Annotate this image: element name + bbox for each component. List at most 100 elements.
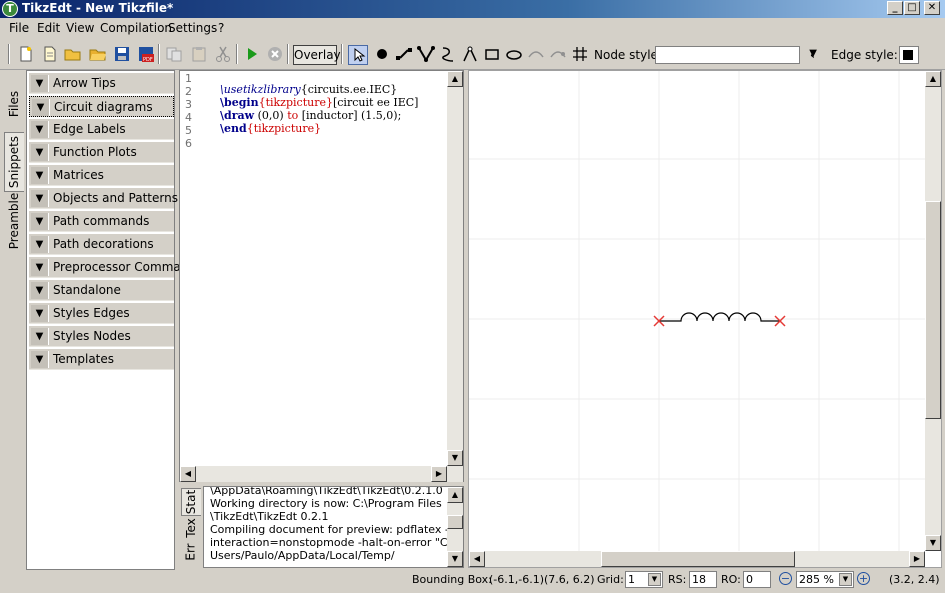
- rectangle-tool-icon[interactable]: [483, 45, 501, 63]
- canvas-vertical-scrollbar[interactable]: ▲ ▼: [925, 71, 941, 551]
- scroll-left-icon[interactable]: ◀: [469, 551, 485, 567]
- chevron-down-icon[interactable]: ▼: [31, 328, 49, 345]
- compile-run-icon[interactable]: [243, 45, 261, 63]
- chevron-down-icon[interactable]: ▼: [31, 305, 49, 322]
- node-style-combobox[interactable]: ▼: [655, 46, 817, 64]
- scroll-up-icon[interactable]: ▲: [447, 71, 463, 87]
- zoom-in-icon[interactable]: +: [857, 572, 870, 585]
- scroll-right-icon[interactable]: ▶: [909, 551, 925, 567]
- grid-select[interactable]: 1 ▼: [625, 571, 663, 588]
- smooth-curve-tool-icon[interactable]: [439, 45, 457, 63]
- snippet-category[interactable]: ▼ Path commands: [29, 211, 174, 232]
- menu-help[interactable]: ?: [218, 21, 224, 35]
- snippet-category[interactable]: ▼ Arrow Tips: [29, 73, 174, 94]
- snippet-category[interactable]: ▼ Styles Edges: [29, 303, 174, 324]
- menu-file[interactable]: File: [9, 21, 29, 35]
- scroll-down-icon[interactable]: ▼: [925, 535, 941, 551]
- scroll-up-icon[interactable]: ▲: [447, 487, 463, 503]
- scroll-down-icon[interactable]: ▼: [447, 450, 463, 466]
- close-button[interactable]: ✕: [924, 1, 940, 15]
- editor-vertical-scrollbar[interactable]: ▲ ▼: [447, 71, 463, 466]
- stop-icon[interactable]: [266, 45, 284, 63]
- export-pdf-icon[interactable]: PDF: [137, 45, 155, 63]
- cut-icon[interactable]: [214, 45, 232, 63]
- ellipse-tool-icon[interactable]: [505, 45, 523, 63]
- snippet-category[interactable]: ▼ Styles Nodes: [29, 326, 174, 347]
- editor-horizontal-scrollbar[interactable]: ◀ ▶: [180, 466, 463, 482]
- scroll-right-icon[interactable]: ▶: [431, 466, 447, 482]
- arc-tool-icon[interactable]: [461, 45, 479, 63]
- tab-status[interactable]: Stat: [181, 488, 201, 516]
- minimize-button[interactable]: _: [887, 1, 903, 15]
- scroll-up-icon[interactable]: ▲: [925, 71, 941, 87]
- toolbar-separator: [236, 44, 238, 64]
- zoom-out-icon[interactable]: −: [779, 572, 792, 585]
- snippet-category[interactable]: ▼ Objects and Patterns: [29, 188, 178, 209]
- chevron-down-icon[interactable]: ▼: [32, 99, 50, 116]
- open-file-icon[interactable]: [64, 45, 82, 63]
- copy-icon[interactable]: [165, 45, 183, 63]
- node-tool-icon[interactable]: [373, 45, 391, 63]
- chevron-down-icon[interactable]: ▼: [31, 282, 49, 299]
- scroll-thumb[interactable]: [447, 515, 463, 529]
- rs-input[interactable]: 18: [689, 571, 717, 588]
- snippet-category[interactable]: ▼ Standalone: [29, 280, 174, 301]
- chevron-down-icon[interactable]: ▼: [31, 167, 49, 184]
- open-folder-icon[interactable]: [89, 45, 107, 63]
- tab-files[interactable]: Files: [4, 80, 24, 128]
- chevron-down-icon[interactable]: ▼: [31, 213, 49, 230]
- canvas-horizontal-scrollbar[interactable]: ◀ ▶: [469, 551, 925, 567]
- log-vertical-scrollbar[interactable]: ▲ ▼: [447, 487, 463, 567]
- preview-canvas[interactable]: ▲ ▼ ◀ ▶: [468, 70, 942, 568]
- menu-edit[interactable]: Edit: [37, 21, 60, 35]
- grid-tool-icon[interactable]: [571, 45, 589, 63]
- zoom-select[interactable]: 285 % ▼: [796, 571, 854, 588]
- tab-tex[interactable]: Tex: [181, 516, 201, 540]
- bezier-2-tool-icon[interactable]: [549, 45, 567, 63]
- overlay-toggle-button[interactable]: Overlay: [293, 45, 341, 65]
- scroll-down-icon[interactable]: ▼: [447, 551, 463, 567]
- tab-errors[interactable]: Err: [181, 540, 201, 564]
- menu-compilation[interactable]: Compilation: [100, 21, 172, 35]
- scroll-left-icon[interactable]: ◀: [180, 466, 196, 482]
- select-tool-button[interactable]: [348, 45, 368, 65]
- chevron-down-icon[interactable]: ▼: [31, 190, 49, 207]
- edge-tool-icon[interactable]: [395, 45, 413, 63]
- bounding-box-value: (-6.1,-6.1)(7.6, 6.2): [489, 573, 595, 586]
- chevron-down-icon[interactable]: ▼: [648, 573, 661, 586]
- menu-settings[interactable]: Settings: [168, 21, 217, 35]
- snippet-category[interactable]: ▼ Templates: [29, 349, 174, 370]
- chevron-down-icon[interactable]: ▼: [31, 259, 49, 276]
- bezier-tool-icon[interactable]: [527, 45, 545, 63]
- chevron-down-icon[interactable]: ▼: [31, 75, 49, 92]
- menu-view[interactable]: View: [66, 21, 94, 35]
- snippet-category[interactable]: ▼ Function Plots: [29, 142, 174, 163]
- ro-input[interactable]: 0: [743, 571, 771, 588]
- chevron-left-icon[interactable]: ‹: [810, 48, 815, 62]
- output-log[interactable]: \AppData\Roaming\TikzEdt\TikzEdt\0.2.1.0…: [203, 486, 464, 568]
- chevron-down-icon[interactable]: ▼: [31, 351, 49, 368]
- inductor-symbol[interactable]: [659, 312, 780, 322]
- snippet-category[interactable]: ▼ Circuit diagrams: [29, 96, 174, 117]
- chevron-down-icon[interactable]: ▼: [31, 121, 49, 138]
- tab-snippets-label: Snippets: [7, 135, 22, 189]
- path-tool-icon[interactable]: [417, 45, 435, 63]
- paste-icon[interactable]: [190, 45, 208, 63]
- new-from-template-icon[interactable]: [41, 45, 59, 63]
- tab-snippets[interactable]: Snippets: [4, 132, 24, 192]
- scroll-thumb[interactable]: [601, 551, 795, 567]
- chevron-down-icon[interactable]: ▼: [31, 236, 49, 253]
- snippet-category[interactable]: ▼ Edge Labels: [29, 119, 174, 140]
- scroll-thumb[interactable]: [925, 201, 941, 419]
- snippet-category[interactable]: ▼ Preprocessor Commands: [29, 257, 202, 278]
- snippet-category[interactable]: ▼ Path decorations: [29, 234, 174, 255]
- chevron-down-icon[interactable]: ▼: [31, 144, 49, 161]
- snippet-category[interactable]: ▼ Matrices: [29, 165, 174, 186]
- save-icon[interactable]: [113, 45, 131, 63]
- edge-style-button[interactable]: [899, 46, 919, 64]
- new-file-icon[interactable]: [17, 45, 35, 63]
- code-editor[interactable]: 1 2 3 4 5 6 \usetikzlibrary{circuits.ee.…: [179, 70, 464, 482]
- tab-preamble[interactable]: Preamble: [4, 193, 24, 249]
- maximize-button[interactable]: □: [904, 1, 920, 15]
- chevron-down-icon[interactable]: ▼: [839, 573, 852, 586]
